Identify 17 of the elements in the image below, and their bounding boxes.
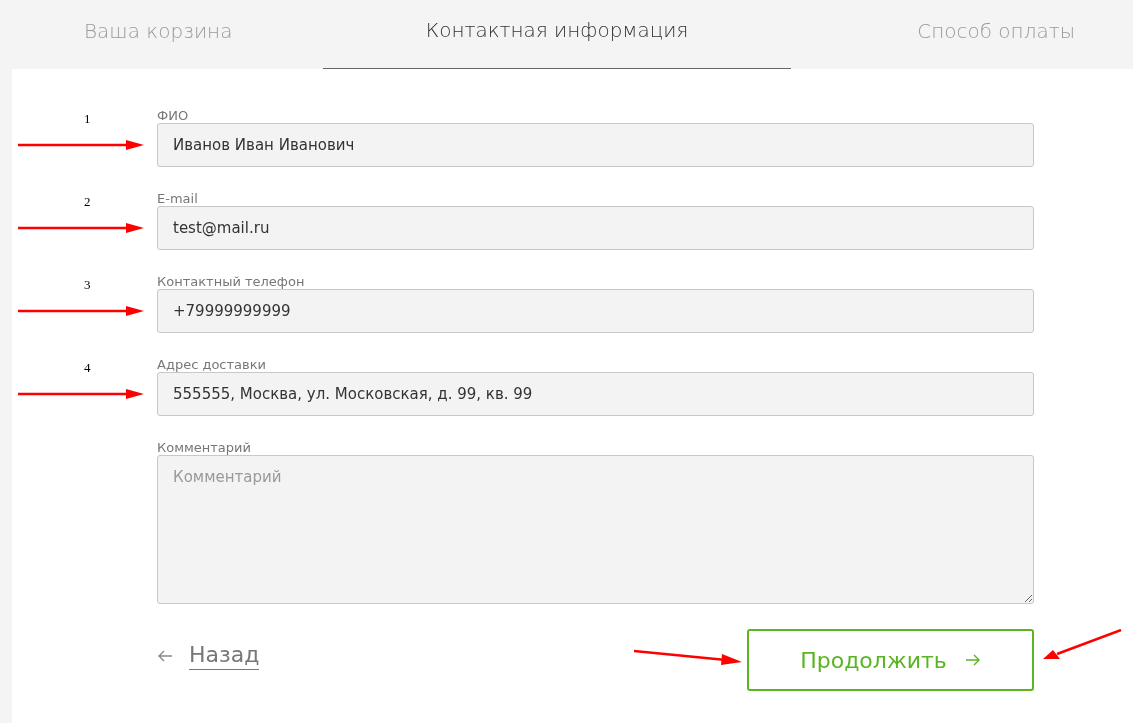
annotation-number: 3 xyxy=(84,277,91,293)
comment-field[interactable]: Комментарий xyxy=(157,455,1034,604)
input-field[interactable]: 555555, Москва, ул. Московская, д. 99, кв. 99 xyxy=(157,372,1034,416)
field-label: E-mail xyxy=(157,192,199,206)
annotation-number: 2 xyxy=(84,194,91,210)
field-label: ФИО xyxy=(157,109,190,123)
annotation-number: 1 xyxy=(84,111,91,127)
field-label: Комментарий xyxy=(157,441,252,455)
field-label: Контактный телефон xyxy=(157,275,306,289)
input-field[interactable]: Иванов Иван Иванович xyxy=(157,123,1034,167)
arrow-right-icon xyxy=(964,654,981,666)
annotation-number: 4 xyxy=(84,360,91,376)
input-field[interactable]: +79999999999 xyxy=(157,289,1034,333)
back-link[interactable]: Назад xyxy=(157,641,260,670)
field-label: Адрес доставки xyxy=(157,358,267,372)
input-field[interactable]: test@mail.ru xyxy=(157,206,1034,250)
arrow-left-icon xyxy=(157,649,173,662)
